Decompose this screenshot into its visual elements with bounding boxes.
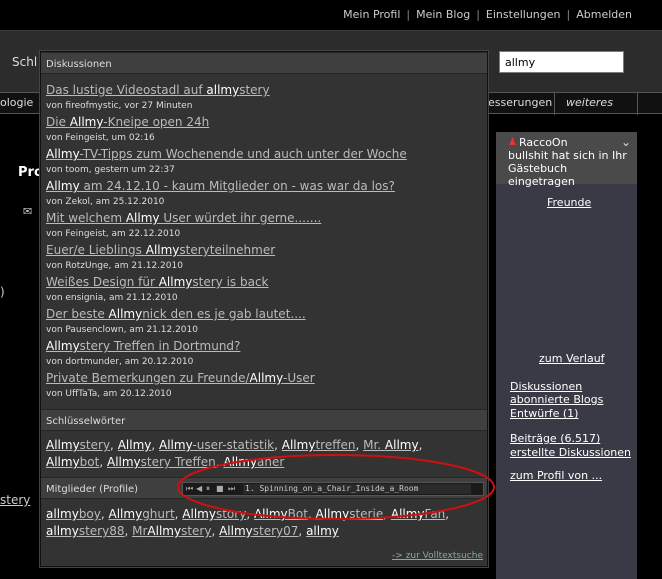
mein-blog-link[interactable]: Mein Blog <box>416 8 470 21</box>
user-icon: ♟ <box>508 137 517 148</box>
discussion-item[interactable]: Euer/e Lieblings Allmysteryteilnehmer von… <box>46 242 486 274</box>
header-label-fragment: Schl <box>12 55 38 69</box>
freunde-link[interactable]: Freunde <box>547 196 591 209</box>
chevron-down-icon[interactable]: ⌄ <box>621 136 631 149</box>
member-link[interactable]: Allmysterie <box>316 507 384 521</box>
separator: | <box>476 8 480 21</box>
keyword-link[interactable]: Mr. Allmy <box>363 438 419 452</box>
stop-icon[interactable]: ■ <box>216 484 224 493</box>
discussions-list: Das lustige Videostadl auf allmystery von… <box>46 82 486 402</box>
stery-link-fragment[interactable]: stery <box>0 493 30 507</box>
discussion-meta: von dortmunder, am 20.12.2010 <box>46 357 194 367</box>
menu-item-verbesserungen[interactable]: esserungen <box>488 96 552 109</box>
paren-fragment: ) <box>0 285 5 299</box>
member-link[interactable]: allmystery88 <box>46 524 124 538</box>
discussion-meta: von toom, gestern um 22:37 <box>46 165 175 175</box>
beitraege-link[interactable]: Beiträge (6.517) <box>510 432 600 445</box>
abonnierte-blogs-link[interactable]: abonnierte Blogs <box>510 393 603 406</box>
entwuerfe-link[interactable]: Entwürfe (1) <box>510 407 578 420</box>
discussion-item[interactable]: Die Allmy-Kneipe open 24h von Feingeist, … <box>46 114 486 146</box>
notification-box[interactable]: ♟ RaccoOn ⌄ bullshit hat sich in Ihr Gäs… <box>496 132 637 188</box>
discussion-meta: von Feingeist, um 02:16 <box>46 133 155 143</box>
member-link[interactable]: AllmyBot <box>254 507 308 521</box>
keyword-link[interactable]: Allmystery Treffen <box>107 455 216 469</box>
member-link[interactable]: AllmyFan <box>391 507 445 521</box>
discussion-meta: von Pausenclown, am 21.12.2010 <box>46 325 198 335</box>
pause-icon[interactable]: ⏸ <box>206 484 210 494</box>
discussion-title-link[interactable]: Allmystery Treffen in Dortmund? <box>46 338 486 354</box>
discussion-item[interactable]: Der beste Allmynick den es je gab lautet… <box>46 306 486 338</box>
verlauf-link[interactable]: zum Verlauf <box>539 352 605 365</box>
member-link[interactable]: allmy <box>306 524 339 538</box>
zum-profil-link[interactable]: zum Profil von ... <box>510 469 602 482</box>
discussion-title-link[interactable]: Euer/e Lieblings Allmysteryteilnehmer <box>46 242 486 258</box>
track-title: 1. Spinning_on_a_Chair_Inside_a_Room <box>243 484 471 494</box>
member-link[interactable]: Allmystory <box>182 507 246 521</box>
discussion-item[interactable]: Allmy-TV-Tipps zum Wochenende und auch u… <box>46 146 486 178</box>
discussion-meta: von Feingeist, am 22.12.2010 <box>46 229 181 239</box>
keyword-link[interactable]: Allmy <box>118 438 152 452</box>
mail-icon[interactable]: ✉ <box>23 205 32 218</box>
discussion-meta: von Zekol, am 25.12.2010 <box>46 197 165 207</box>
notification-username[interactable]: RaccoOn <box>519 136 568 149</box>
menu-divider <box>637 93 638 115</box>
keywords-header: Schlüsselwörter <box>41 409 487 431</box>
discussion-title-link[interactable]: Mit welchem Allmy User würdet ihr gerne.… <box>46 210 486 226</box>
volltextsuche-link[interactable]: -> zur Volltextsuche <box>392 551 483 561</box>
discussion-meta: von UffTaTa, am 20.12.2010 <box>46 389 172 399</box>
right-sidebar: ♟ RaccoOn ⌄ bullshit hat sich in Ihr Gäs… <box>496 132 637 579</box>
menu-item-ologie[interactable]: ologie <box>0 96 33 109</box>
top-navigation: Mein Profil | Mein Blog | Einstellungen | Abme… <box>0 0 662 30</box>
keyword-link[interactable]: Allmybot <box>46 455 99 469</box>
discussion-item[interactable]: Allmystery Treffen in Dortmund? von dortm… <box>46 338 486 370</box>
separator: | <box>406 8 411 21</box>
discussion-meta: von RotzUnge, am 21.12.2010 <box>46 261 183 271</box>
diskussionen-link[interactable]: Diskussionen <box>510 380 582 393</box>
discussion-item[interactable]: Private Bemerkungen zu Freunde/Allmy-Use… <box>46 370 486 402</box>
menu-divider <box>554 93 555 115</box>
next-icon[interactable]: ⏭ <box>228 484 235 494</box>
member-link[interactable]: Allmyghurt <box>109 507 175 521</box>
discussion-title-link[interactable]: Private Bemerkungen zu Freunde/Allmy-Use… <box>46 370 486 386</box>
keyword-link[interactable]: Allmy-user-statistik <box>159 438 274 452</box>
search-input[interactable] <box>499 51 624 73</box>
separator: | <box>566 8 571 21</box>
previous-icon[interactable]: ⏮ <box>186 484 193 494</box>
discussion-item[interactable]: Mit welchem Allmy User würdet ihr gerne.… <box>46 210 486 242</box>
discussion-title-link[interactable]: Allmy-TV-Tipps zum Wochenende und auch u… <box>46 146 486 162</box>
discussion-item[interactable]: Allmy am 24.12.10 - kaum Mitglieder on -… <box>46 178 486 210</box>
member-link[interactable]: allmyboy <box>46 507 101 521</box>
discussion-title-link[interactable]: Weißes Design für Allmystery is back <box>46 274 486 290</box>
erstellte-diskussionen-link[interactable]: erstellte Diskussionen <box>510 446 631 459</box>
notification-text: bullshit hat sich in Ihr Gästebuch einge… <box>508 149 627 188</box>
discussion-meta: von ensignia, am 21.12.2010 <box>46 293 178 303</box>
keywords-list: Allmystery, Allmy, Allmy-user-statistik,… <box>46 438 423 469</box>
keyword-link[interactable]: Allmytreffen <box>282 438 356 452</box>
discussion-title-link[interactable]: Das lustige Videostadl auf allmystery <box>46 82 486 98</box>
einstellungen-link[interactable]: Einstellungen <box>486 8 561 21</box>
discussion-item[interactable]: Weißes Design für Allmystery is back von … <box>46 274 486 306</box>
discussion-title-link[interactable]: Der beste Allmynick den es je gab lautet… <box>46 306 486 322</box>
discussion-title-link[interactable]: Die Allmy-Kneipe open 24h <box>46 114 486 130</box>
abmelden-link[interactable]: Abmelden <box>576 8 632 21</box>
media-player: ⏮ ◀ ⏸ ■ ⏭ 1. Spinning_on_a_Chair_Inside_… <box>182 482 484 496</box>
member-link[interactable]: MrAllmystery <box>132 524 211 538</box>
discussions-header: Diskussionen <box>41 52 487 74</box>
mein-profil-link[interactable]: Mein Profil <box>343 8 400 21</box>
discussion-title-link[interactable]: Allmy am 24.12.10 - kaum Mitglieder on -… <box>46 178 486 194</box>
notification-user[interactable]: ♟ RaccoOn <box>508 136 631 149</box>
keyword-link[interactable]: Allmystery <box>46 438 110 452</box>
discussion-meta: von fireofmystic, vor 27 Minuten <box>46 101 193 111</box>
discussion-item[interactable]: Das lustige Videostadl auf allmystery von… <box>46 82 486 114</box>
rewind-icon[interactable]: ◀ <box>196 484 202 493</box>
member-link[interactable]: Allmystery07 <box>219 524 298 538</box>
keyword-link[interactable]: Allmyaner <box>223 455 284 469</box>
menu-item-weiteres[interactable]: weiteres <box>566 96 613 109</box>
members-list: allmyboy, Allmyghurt, Allmystory, AllmyB… <box>46 507 450 538</box>
